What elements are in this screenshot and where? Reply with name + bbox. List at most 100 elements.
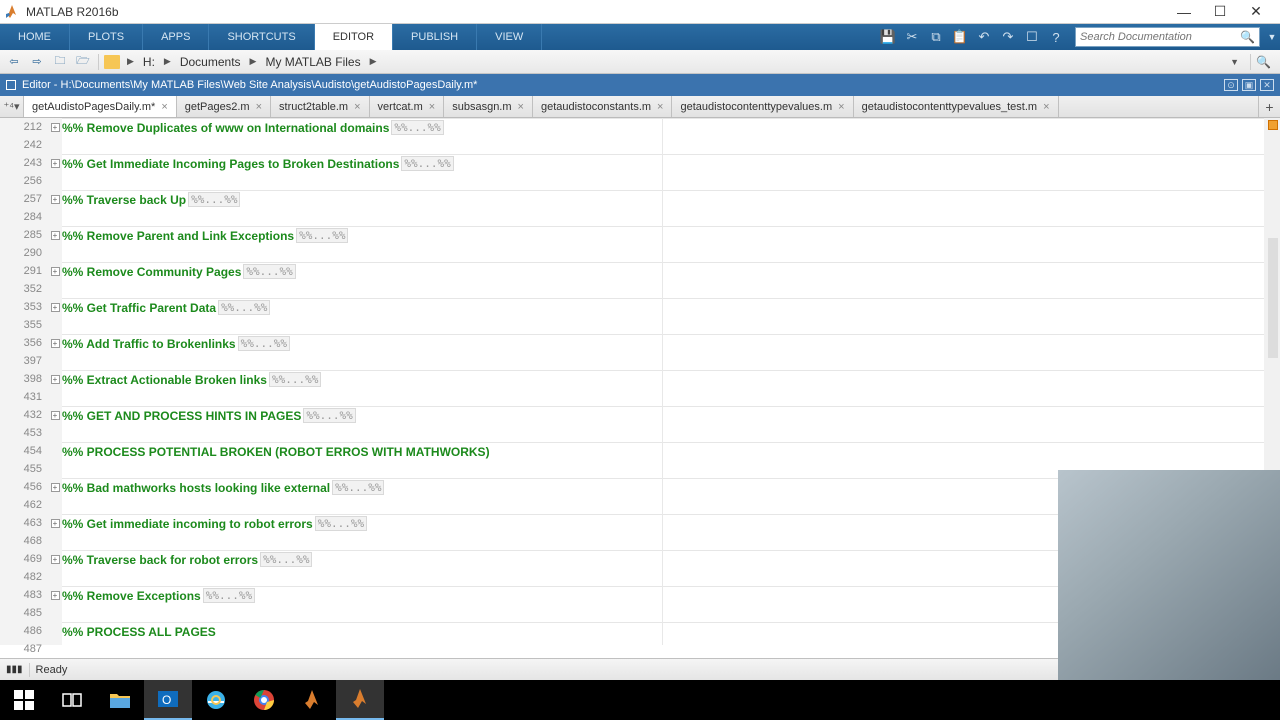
help-icon[interactable]: ? bbox=[1047, 28, 1065, 46]
save-icon[interactable]: 💾 bbox=[879, 28, 897, 46]
close-tab-icon[interactable]: × bbox=[354, 101, 360, 113]
fold-indicator[interactable]: %%...%% bbox=[269, 372, 321, 387]
fold-toggle[interactable]: + bbox=[51, 375, 60, 384]
breadcrumb-dropdown[interactable]: ▼ bbox=[1224, 57, 1245, 67]
toolstrip-tab-view[interactable]: VIEW bbox=[477, 24, 542, 50]
toolstrip-tab-plots[interactable]: PLOTS bbox=[70, 24, 143, 50]
file-tab[interactable]: vertcat.m × bbox=[370, 96, 445, 117]
fold-indicator[interactable]: %%...%% bbox=[296, 228, 348, 243]
fold-toggle[interactable]: + bbox=[51, 195, 60, 204]
code-section-header: %% PROCESS ALL PAGES bbox=[62, 625, 216, 639]
file-tab[interactable]: getPages2.m × bbox=[177, 96, 271, 117]
toolstrip-tab-home[interactable]: HOME bbox=[0, 24, 70, 50]
breadcrumb-drive[interactable]: H: bbox=[141, 55, 157, 69]
close-tab-icon[interactable]: × bbox=[518, 101, 524, 113]
minimize-button[interactable]: — bbox=[1172, 3, 1196, 21]
fold-indicator[interactable]: %%...%% bbox=[203, 588, 255, 603]
window-titlebar: MATLAB R2016b — ☐ ✕ bbox=[0, 0, 1280, 24]
file-tab[interactable]: getAudistoPagesDaily.m*× bbox=[24, 96, 177, 117]
fold-toggle[interactable]: + bbox=[51, 231, 60, 240]
fold-toggle[interactable]: + bbox=[51, 123, 60, 132]
chrome-button[interactable] bbox=[240, 680, 288, 720]
file-tab[interactable]: subsasgn.m× bbox=[444, 96, 533, 117]
cut-icon[interactable]: ✂ bbox=[903, 28, 921, 46]
code-section-header: %% GET AND PROCESS HINTS IN PAGES bbox=[62, 409, 301, 423]
toolstrip-tab-apps[interactable]: APPS bbox=[143, 24, 209, 50]
matlab-taskbar-button[interactable] bbox=[288, 680, 336, 720]
close-tab-icon[interactable]: × bbox=[161, 101, 167, 113]
fold-indicator[interactable]: %%...%% bbox=[260, 552, 312, 567]
fold-toggle[interactable]: + bbox=[51, 159, 60, 168]
back-button[interactable]: ⇦ bbox=[4, 53, 24, 71]
breadcrumb-seg[interactable]: My MATLAB Files bbox=[263, 55, 362, 69]
line-number-gutter: 2122422432562572842852902913523533553563… bbox=[0, 118, 48, 645]
folder-search-icon[interactable]: 🔍 bbox=[1256, 55, 1276, 69]
editor-dock-button[interactable]: ⊙ bbox=[1224, 79, 1238, 91]
fold-toggle[interactable]: + bbox=[51, 303, 60, 312]
toolstrip: HOMEPLOTSAPPSSHORTCUTSEDITORPUBLISHVIEW … bbox=[0, 24, 1280, 50]
close-tab-icon[interactable]: × bbox=[657, 101, 663, 113]
file-tab-label: vertcat.m bbox=[378, 101, 423, 113]
toolstrip-tab-publish[interactable]: PUBLISH bbox=[393, 24, 477, 50]
fold-indicator[interactable]: %%...%% bbox=[218, 300, 270, 315]
start-button[interactable] bbox=[0, 680, 48, 720]
outlook-button[interactable]: O bbox=[144, 680, 192, 720]
fold-indicator[interactable]: %%...%% bbox=[315, 516, 367, 531]
fold-indicator[interactable]: %%...%% bbox=[238, 336, 290, 351]
fold-indicator[interactable]: %%...%% bbox=[303, 408, 355, 423]
close-tab-icon[interactable]: × bbox=[838, 101, 844, 113]
toolstrip-more[interactable]: ▼ bbox=[1264, 24, 1280, 50]
toolstrip-tab-shortcuts[interactable]: SHORTCUTS bbox=[209, 24, 314, 50]
file-tab[interactable]: getaudistocontenttypevalues_test.m × bbox=[854, 96, 1059, 117]
breadcrumb-seg[interactable]: Documents bbox=[178, 55, 243, 69]
paste-icon[interactable]: 📋 bbox=[951, 28, 969, 46]
browse-button[interactable]: 🗁 bbox=[73, 53, 93, 71]
fold-indicator[interactable]: %%...%% bbox=[332, 480, 384, 495]
up-folder-button[interactable]: 🗀 bbox=[50, 53, 70, 71]
editor-maximize-button[interactable]: ▣ bbox=[1242, 79, 1256, 91]
file-tab[interactable]: getaudistoconstants.m× bbox=[533, 96, 673, 117]
file-tab-label: getaudistocontenttypevalues_test.m bbox=[862, 101, 1038, 113]
redo-icon[interactable]: ↷ bbox=[999, 28, 1017, 46]
maximize-button[interactable]: ☐ bbox=[1208, 3, 1232, 21]
code-section-header: %% Bad mathworks hosts looking like exte… bbox=[62, 481, 330, 495]
editor-close-button[interactable]: ✕ bbox=[1260, 79, 1274, 91]
compare-button[interactable]: ⁺⁴▾ bbox=[0, 96, 24, 117]
fold-toggle[interactable]: + bbox=[51, 411, 60, 420]
fold-toggle[interactable]: + bbox=[51, 555, 60, 564]
search-input[interactable] bbox=[1080, 31, 1240, 43]
close-tab-icon[interactable]: × bbox=[1043, 101, 1049, 113]
fold-indicator[interactable]: %%...%% bbox=[188, 192, 240, 207]
code-section-header: %% Get immediate incoming to robot error… bbox=[62, 517, 313, 531]
window-title: MATLAB R2016b bbox=[26, 5, 1172, 19]
copy-icon[interactable]: ⧉ bbox=[927, 28, 945, 46]
file-tab[interactable]: struct2table.m× bbox=[271, 96, 370, 117]
search-icon[interactable]: 🔍 bbox=[1240, 30, 1255, 44]
new-tab-button[interactable]: + bbox=[1258, 96, 1280, 117]
search-documentation[interactable]: 🔍 bbox=[1075, 27, 1260, 47]
switch-windows-icon[interactable]: ☐ bbox=[1023, 28, 1041, 46]
column-guide bbox=[662, 118, 663, 645]
task-view-button[interactable] bbox=[48, 680, 96, 720]
internet-explorer-button[interactable] bbox=[192, 680, 240, 720]
close-tab-icon[interactable]: × bbox=[429, 101, 435, 113]
file-tab[interactable]: getaudistocontenttypevalues.m× bbox=[672, 96, 853, 117]
undo-icon[interactable]: ↶ bbox=[975, 28, 993, 46]
forward-button[interactable]: ⇨ bbox=[27, 53, 47, 71]
matlab-taskbar-button-2[interactable] bbox=[336, 680, 384, 720]
fold-indicator[interactable]: %%...%% bbox=[391, 120, 443, 135]
fold-toggle[interactable]: + bbox=[51, 339, 60, 348]
toolstrip-tab-editor[interactable]: EDITOR bbox=[315, 24, 393, 50]
fold-toggle[interactable]: + bbox=[51, 591, 60, 600]
fold-toggle[interactable]: + bbox=[51, 267, 60, 276]
fold-toggle[interactable]: + bbox=[51, 483, 60, 492]
fold-indicator[interactable]: %%...%% bbox=[243, 264, 295, 279]
file-explorer-button[interactable] bbox=[96, 680, 144, 720]
fold-toggle[interactable]: + bbox=[51, 519, 60, 528]
svg-text:O: O bbox=[162, 693, 171, 707]
file-tab-label: getPages2.m bbox=[185, 101, 250, 113]
close-tab-icon[interactable]: × bbox=[256, 101, 262, 113]
fold-indicator[interactable]: %%...%% bbox=[401, 156, 453, 171]
close-button[interactable]: ✕ bbox=[1244, 3, 1268, 21]
code-section-header: %% Remove Parent and Link Exceptions bbox=[62, 229, 294, 243]
